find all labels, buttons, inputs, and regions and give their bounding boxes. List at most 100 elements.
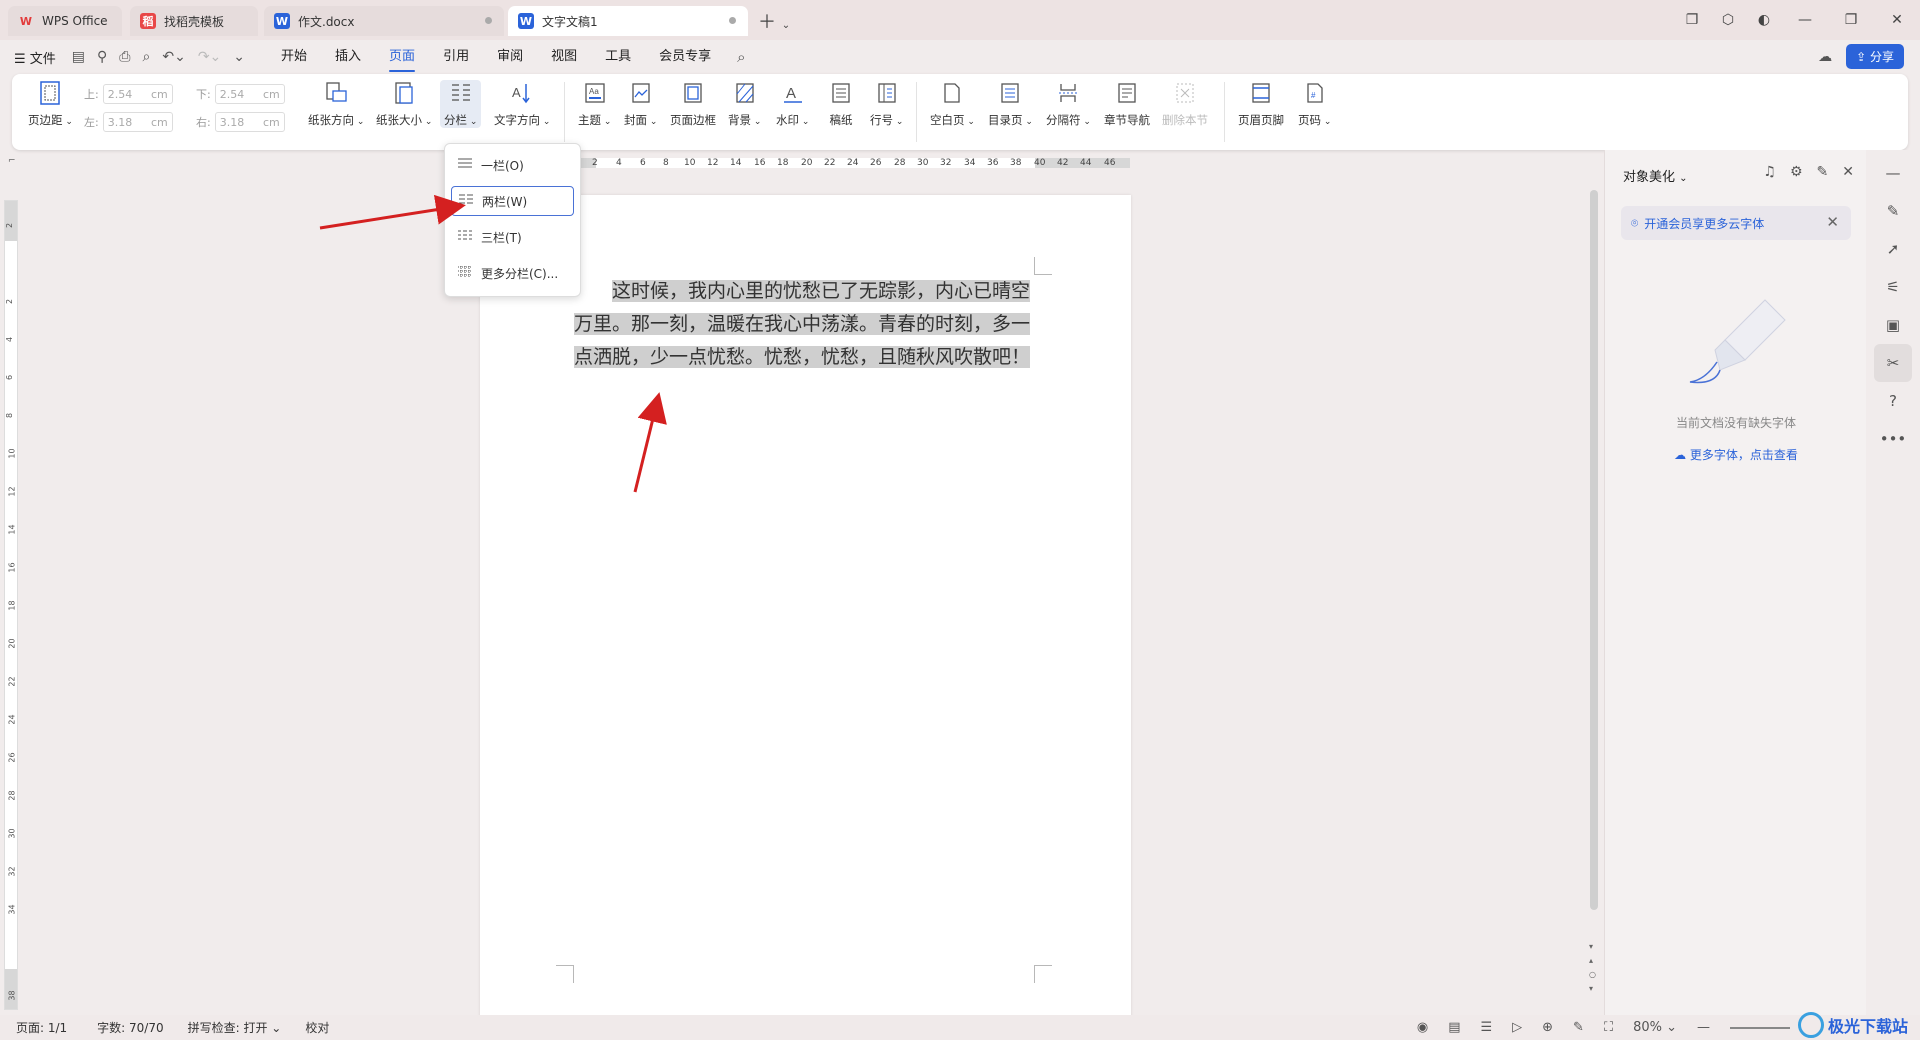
window-controls: ❐ ⬡ ◐ — ❐ ✕ bbox=[1674, 0, 1920, 40]
manuscript-button[interactable]: 稿纸 bbox=[828, 80, 854, 128]
tab-template[interactable]: 稻 找稻壳模板 bbox=[130, 6, 258, 36]
file-menu[interactable]: ☰ 文件 bbox=[14, 48, 56, 67]
link-icon[interactable]: ⚲ bbox=[97, 49, 107, 65]
horizontal-ruler[interactable]: 2 4 6 8 10 12 14 16 18 20 22 24 26 28 30… bbox=[578, 158, 1130, 168]
print-preview-icon[interactable]: ⌕ bbox=[143, 49, 151, 65]
window-layout-icon[interactable]: ❐ bbox=[1674, 12, 1710, 28]
close-icon[interactable]: ✕ bbox=[1826, 213, 1839, 231]
pin-icon[interactable]: ✎ bbox=[1817, 164, 1829, 180]
restore-button[interactable]: ❐ bbox=[1828, 12, 1874, 28]
proofread-button[interactable]: 校对 bbox=[305, 1019, 329, 1036]
selected-paragraph[interactable]: 这时候，我内心里的忧愁已了无踪影，内心已晴空万里。那一刻，温暖在我心中荡漾。青春… bbox=[574, 280, 1031, 368]
tab-review[interactable]: 审阅 bbox=[497, 40, 523, 74]
theme-button[interactable]: Aa 主题 bbox=[578, 80, 611, 128]
toc-page-button[interactable]: 目录页 bbox=[988, 80, 1033, 128]
tab-insert[interactable]: 插入 bbox=[335, 40, 361, 74]
zoom-level[interactable]: 80% ⌄ bbox=[1633, 1020, 1677, 1035]
scroll-nav-icons[interactable]: ▾ ▴ ○ ▾ bbox=[1589, 940, 1596, 996]
menu-item-one-column[interactable]: 一栏(O) bbox=[451, 150, 574, 180]
cloud-icon[interactable]: ☁ bbox=[1818, 49, 1832, 65]
chapter-nav-button[interactable]: 章节导航 bbox=[1104, 80, 1150, 128]
tab-references[interactable]: 引用 bbox=[443, 40, 469, 74]
panel-title[interactable]: 对象美化 ⌄ bbox=[1623, 166, 1688, 185]
outline-view-icon[interactable]: ☰ bbox=[1480, 1020, 1492, 1035]
page-indicator[interactable]: 页面: 1/1 bbox=[16, 1019, 67, 1036]
page-margin-button[interactable]: 页边距 bbox=[28, 80, 73, 128]
more-chevron-down-icon[interactable]: ⌄ bbox=[233, 49, 245, 65]
zoom-out-icon[interactable]: — bbox=[1697, 1020, 1710, 1035]
tab-document1[interactable]: W 文字文稿1 bbox=[508, 6, 748, 36]
tab-close-icon[interactable] bbox=[729, 17, 736, 24]
vertical-scrollbar[interactable] bbox=[1590, 190, 1598, 910]
undo-icon[interactable]: ↶⌄ bbox=[162, 49, 185, 65]
close-icon[interactable]: ✕ bbox=[1842, 164, 1854, 180]
columns-button[interactable]: 分栏 bbox=[440, 80, 482, 128]
avatar[interactable]: ◐ bbox=[1746, 12, 1782, 28]
page-view-icon[interactable]: ▤ bbox=[1448, 1020, 1460, 1035]
new-tab-button[interactable]: ＋ ⌄ bbox=[758, 8, 790, 34]
cube-icon[interactable]: ⬡ bbox=[1710, 12, 1746, 28]
blank-page-button[interactable]: 空白页 bbox=[930, 80, 975, 128]
tab-home[interactable]: 开始 bbox=[281, 40, 307, 74]
play-icon[interactable]: ▷ bbox=[1512, 1020, 1522, 1035]
save-icon[interactable]: ▤ bbox=[72, 49, 85, 65]
spell-check-toggle[interactable]: 拼写检查: 打开 ⌄ bbox=[188, 1019, 282, 1036]
pen-icon[interactable]: ✎ bbox=[1573, 1020, 1584, 1035]
tab-close-icon[interactable] bbox=[485, 17, 492, 24]
header-footer-button[interactable]: 页眉页脚 bbox=[1238, 80, 1284, 128]
sliders-icon[interactable]: ⚟ bbox=[1866, 268, 1920, 306]
share-button[interactable]: ⇪ 分享 bbox=[1846, 44, 1904, 69]
page-border-button[interactable]: 页面边框 bbox=[670, 80, 716, 128]
watermark-button[interactable]: A 水印 bbox=[776, 80, 809, 128]
margin-top-input[interactable]: 2.54 cm bbox=[102, 84, 173, 104]
margin-left-input[interactable]: 3.18 cm bbox=[102, 112, 173, 132]
margin-right-input[interactable]: 3.18 cm bbox=[214, 112, 285, 132]
tab-essay-docx[interactable]: W 作文.docx bbox=[264, 6, 504, 36]
tools-icon[interactable]: ✂ bbox=[1874, 344, 1912, 382]
vip-notice[interactable]: ⌾ 开通会员享更多云字体 ✕ bbox=[1621, 206, 1851, 240]
tab-page[interactable]: 页面 bbox=[389, 40, 416, 74]
document-body-text[interactable]: 这时候，我内心里的忧愁已了无踪影，内心已晴空万里。那一刻，温暖在我心中荡漾。青春… bbox=[574, 275, 1040, 374]
no-missing-font-illustration bbox=[1685, 290, 1795, 393]
minus-icon[interactable]: — bbox=[1866, 154, 1920, 192]
menu-item-more-columns[interactable]: 更多分栏(C)... bbox=[451, 258, 574, 288]
zoom-value: 80% bbox=[1633, 1020, 1662, 1035]
tab-tools[interactable]: 工具 bbox=[605, 40, 631, 74]
zoom-slider[interactable] bbox=[1730, 1026, 1790, 1029]
paper-size-button[interactable]: 纸张大小 bbox=[376, 80, 432, 128]
pen-icon[interactable]: ✎ bbox=[1866, 192, 1920, 230]
cursor-select-icon[interactable]: ➚ bbox=[1866, 230, 1920, 268]
search-icon[interactable]: ⌕ bbox=[737, 48, 745, 66]
minimize-button[interactable]: — bbox=[1782, 12, 1828, 28]
web-view-icon[interactable]: ⊕ bbox=[1542, 1020, 1553, 1035]
line-number-button[interactable]: 行号 bbox=[870, 80, 903, 128]
tab-member[interactable]: 会员专享 bbox=[659, 40, 711, 74]
document-page[interactable]: 这时候，我内心里的忧愁已了无踪影，内心已晴空万里。那一刻，温暖在我心中荡漾。青春… bbox=[480, 195, 1131, 1020]
more-fonts-link[interactable]: ☁ 更多字体，点击查看 bbox=[1605, 446, 1867, 463]
gear-icon[interactable]: ⚙ bbox=[1790, 164, 1803, 180]
menu-item-three-columns[interactable]: 三栏(T) bbox=[451, 222, 574, 252]
headset-icon[interactable]: ♫ bbox=[1763, 164, 1776, 180]
text-direction-button[interactable]: A 文字方向 bbox=[494, 80, 550, 128]
print-icon[interactable]: ⎙ bbox=[119, 49, 130, 65]
background-button[interactable]: 背景 bbox=[728, 80, 761, 128]
orientation-button[interactable]: 纸张方向 bbox=[308, 80, 364, 128]
ruler-tick: 34 bbox=[7, 904, 17, 915]
redo-icon[interactable]: ↷⌄ bbox=[198, 49, 221, 65]
image-edit-icon[interactable]: ▣ bbox=[1866, 306, 1920, 344]
close-window-button[interactable]: ✕ bbox=[1874, 12, 1920, 28]
menu-item-two-columns[interactable]: 两栏(W) bbox=[451, 186, 574, 216]
tab-wps-office[interactable]: W WPS Office bbox=[8, 6, 122, 36]
page-number-button[interactable]: # 页码 bbox=[1298, 80, 1331, 128]
eye-icon[interactable]: ◉ bbox=[1417, 1020, 1428, 1035]
more-icon[interactable]: ••• bbox=[1866, 420, 1920, 458]
margin-bottom-input[interactable]: 2.54 cm bbox=[214, 84, 285, 104]
cover-button[interactable]: 封面 bbox=[624, 80, 657, 128]
word-count[interactable]: 字数: 70/70 bbox=[97, 1019, 163, 1036]
fit-page-icon[interactable]: ⛶ bbox=[1604, 1020, 1613, 1035]
vertical-ruler[interactable]: 2 2 4 6 8 10 12 14 16 18 20 22 24 26 28 … bbox=[4, 200, 18, 1010]
delete-section-button[interactable]: 删除本节 bbox=[1162, 80, 1208, 128]
separator-button[interactable]: 分隔符 bbox=[1046, 80, 1091, 128]
help-icon[interactable]: ? bbox=[1866, 382, 1920, 420]
tab-view[interactable]: 视图 bbox=[551, 40, 577, 74]
